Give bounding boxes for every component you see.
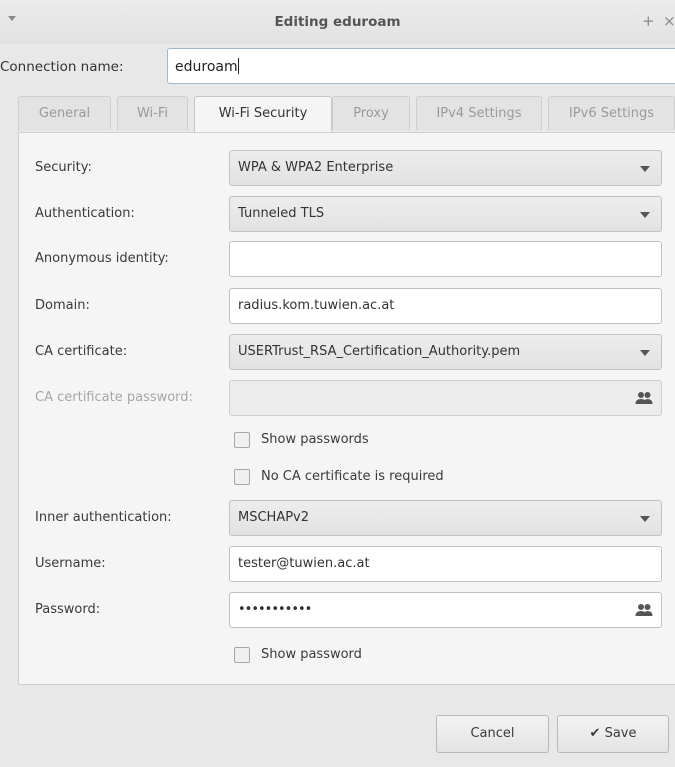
ca-certificate-label: CA certificate: <box>35 344 128 359</box>
cancel-button[interactable]: Cancel <box>436 715 549 753</box>
security-dropdown[interactable]: WPA & WPA2 Enterprise <box>229 150 662 186</box>
checkbox-box[interactable] <box>234 469 250 485</box>
username-value: tester@tuwien.ac.at <box>238 556 370 571</box>
domain-label: Domain: <box>35 298 90 313</box>
users-icon[interactable] <box>635 603 653 617</box>
connection-name-label: Connection name: <box>0 59 124 75</box>
add-icon[interactable]: + <box>642 12 655 30</box>
chevron-down-icon <box>640 212 650 218</box>
text-caret <box>237 58 239 74</box>
tab-wifi-security[interactable]: Wi-Fi Security <box>194 96 332 133</box>
connection-name-value: eduroam <box>175 59 238 75</box>
ca-certificate-password-label: CA certificate password: <box>35 390 193 405</box>
password-input[interactable]: ••••••••••• <box>229 592 662 628</box>
tab-proxy[interactable]: Proxy <box>332 96 410 130</box>
tab-wifi[interactable]: Wi-Fi <box>117 96 188 130</box>
authentication-value: Tunneled TLS <box>238 206 325 221</box>
ca-certificate-password-input[interactable] <box>229 380 662 416</box>
domain-value: radius.kom.tuwien.ac.at <box>238 298 395 313</box>
window-title: Editing eduroam <box>274 14 401 30</box>
username-label: Username: <box>35 556 106 571</box>
chevron-down-icon <box>640 350 650 356</box>
security-value: WPA & WPA2 Enterprise <box>238 160 394 175</box>
users-icon[interactable] <box>635 391 653 405</box>
inner-authentication-dropdown[interactable]: MSCHAPv2 <box>229 500 662 536</box>
chevron-down-icon <box>640 166 650 172</box>
domain-input[interactable]: radius.kom.tuwien.ac.at <box>229 288 662 324</box>
anonymous-identity-label: Anonymous identity: <box>35 251 169 266</box>
show-passwords-label: Show passwords <box>261 432 369 447</box>
ca-certificate-dropdown[interactable]: USERTrust_RSA_Certification_Authority.pe… <box>229 334 662 370</box>
inner-authentication-label: Inner authentication: <box>35 510 172 525</box>
anonymous-identity-input[interactable] <box>229 241 662 277</box>
checkmark-icon: ✔ <box>589 726 601 741</box>
close-icon[interactable]: × <box>663 12 675 30</box>
title-bar: Editing eduroam + × <box>0 0 675 44</box>
save-button[interactable]: ✔ Save <box>557 715 669 753</box>
tab-general[interactable]: General <box>18 96 111 130</box>
username-input[interactable]: tester@tuwien.ac.at <box>229 546 662 582</box>
show-password-label: Show password <box>261 647 362 662</box>
chevron-down-icon <box>640 516 650 522</box>
tab-ipv4-settings[interactable]: IPv4 Settings <box>416 96 542 130</box>
save-button-label: Save <box>604 726 637 741</box>
security-label: Security: <box>35 160 92 175</box>
connection-name-input[interactable]: eduroam <box>167 48 675 84</box>
checkbox-box[interactable] <box>234 432 250 448</box>
password-value: ••••••••••• <box>238 602 312 617</box>
ca-certificate-value: USERTrust_RSA_Certification_Authority.pe… <box>238 344 521 359</box>
inner-authentication-value: MSCHAPv2 <box>238 510 310 525</box>
authentication-label: Authentication: <box>35 206 135 221</box>
password-label: Password: <box>35 602 101 617</box>
authentication-dropdown[interactable]: Tunneled TLS <box>229 196 662 232</box>
tab-ipv6-settings[interactable]: IPv6 Settings <box>548 96 675 130</box>
checkbox-box[interactable] <box>234 647 250 663</box>
no-ca-certificate-label: No CA certificate is required <box>261 469 444 484</box>
